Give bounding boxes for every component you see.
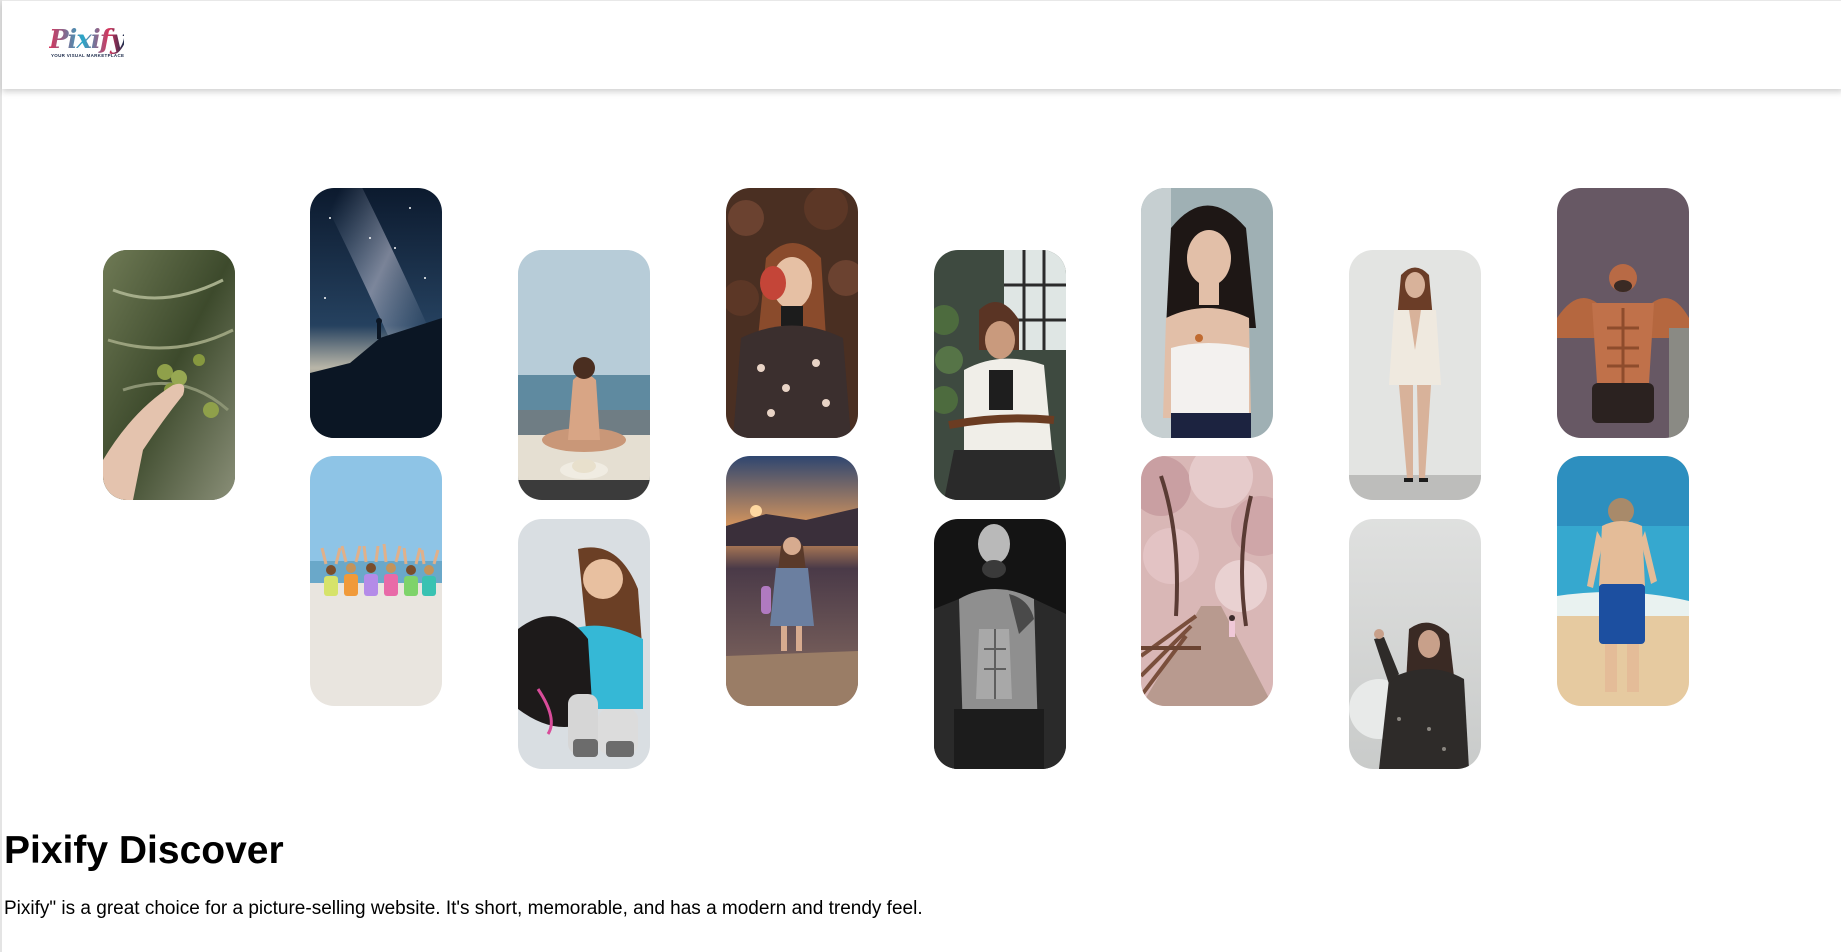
girl-dog-image [518, 519, 650, 769]
woman-beach-hat-image [518, 250, 650, 500]
photo-woman-beach-hat[interactable] [518, 250, 650, 500]
boy-beach-image [1557, 456, 1689, 706]
photo-woman-portrait[interactable] [1141, 188, 1273, 438]
photo-woman-snow[interactable] [1349, 519, 1481, 769]
milky-way-image [310, 188, 442, 438]
photo-boy-beach[interactable] [1557, 456, 1689, 706]
photo-woman-leaf[interactable] [726, 188, 858, 438]
woman-leaf-image [726, 188, 858, 438]
photo-woman-blazer[interactable] [1349, 250, 1481, 500]
site-header: Pixify YOUR VISUAL MARKETPLACE [2, 0, 1841, 89]
olive-hand-image [103, 250, 235, 500]
beach-kids-image [310, 456, 442, 706]
logo-wordmark: Pixify [49, 25, 125, 55]
cherry-blossom-path-image [1141, 456, 1273, 706]
photo-beach-kids[interactable] [310, 456, 442, 706]
photo-woman-chair[interactable] [934, 250, 1066, 500]
photo-milky-way[interactable] [310, 188, 442, 438]
photo-olive-hand[interactable] [103, 250, 235, 500]
page-description: Pixify" is a great choice for a picture-… [4, 898, 923, 919]
muscular-man-image [1557, 188, 1689, 438]
photo-man-tattoo-bw[interactable] [934, 519, 1066, 769]
photo-muscular-man[interactable] [1557, 188, 1689, 438]
girl-field-sunset-image [726, 456, 858, 706]
woman-chair-image [934, 250, 1066, 500]
woman-snow-image [1349, 519, 1481, 769]
man-tattoo-bw-image [934, 519, 1066, 769]
woman-blazer-image [1349, 250, 1481, 500]
photo-gallery [2, 88, 1841, 788]
woman-portrait-image [1141, 188, 1273, 438]
photo-girl-field-sunset[interactable] [726, 456, 858, 706]
logo-tagline: YOUR VISUAL MARKETPLACE [51, 53, 125, 58]
pixify-logo[interactable]: Pixify YOUR VISUAL MARKETPLACE [49, 25, 129, 65]
page-title: Pixify Discover [4, 829, 284, 872]
photo-girl-dog[interactable] [518, 519, 650, 769]
page: Pixify YOUR VISUAL MARKETPLACE Pixify Di… [0, 0, 1841, 952]
photo-cherry-blossom-path[interactable] [1141, 456, 1273, 706]
